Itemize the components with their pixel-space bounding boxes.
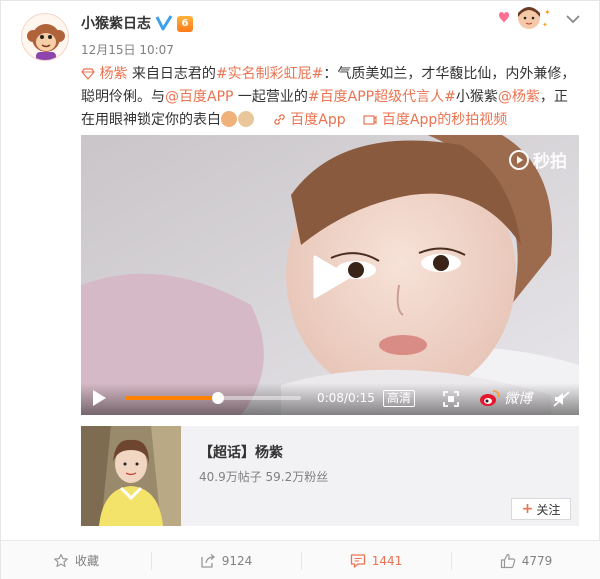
weibo-logo-icon [480,390,500,406]
topic-cover-image[interactable] [81,426,181,526]
baidu-app-link-label: 百度App [290,112,346,128]
post-body: 杨紫 来自日志君的#实名制彩虹屁#：气质美如兰，才华馥比仙，内外兼修，聪明伶俐。… [81,63,581,132]
mention-yangzi-2-link[interactable]: @杨紫 [498,89,540,105]
mention-yangzi-link[interactable]: 杨紫 [81,66,132,82]
like-count: 4779 [521,553,553,568]
miaopai-label: 秒拍 [533,152,567,172]
volume-mute-icon[interactable] [553,391,571,407]
baidu-video-link-label: 百度App的秒拍视频 [381,112,508,128]
video-player[interactable]: 秒拍 0:08/0:15 高清 微博 [81,135,579,415]
weibo-brand-label: 微博 [504,391,532,407]
thumbs-up-icon [500,553,515,568]
plus-icon: + [521,501,534,517]
author-name[interactable]: 小猴紫日志 [81,13,151,33]
like-button[interactable]: 4779 [451,541,600,579]
action-bar: 收藏 9124 1441 4779 [1,540,600,579]
quality-button[interactable]: 高清 [383,390,416,407]
repost-button[interactable]: 9124 [151,541,301,579]
cat-emoji-icon [238,111,254,127]
weibo-post-card: 小猴紫日志 6 12月15日 10:07 ✦ ✦ 杨紫 来自日志君的#实名制彩虹… [0,0,600,579]
post-text-part-3: 一起营业的 [233,89,308,105]
baidu-video-link[interactable]: 百度App的秒拍视频 [359,112,507,128]
progress-handle[interactable] [212,392,225,404]
fullscreen-icon[interactable] [443,391,459,407]
hashtag-baidu-ambassador-link[interactable]: #百度APP超级代言人# [308,89,456,105]
follow-button[interactable]: + 关注 [511,498,571,520]
svg-text:✦: ✦ [544,8,551,17]
repost-icon [201,553,215,568]
playback-time: 0:08/0:15 [317,391,375,405]
post-timestamp[interactable]: 12月15日 10:07 [81,41,174,58]
card-decoration-icon: ✦ ✦ [499,7,551,29]
favorite-label: 收藏 [74,554,99,568]
monkey-avatar-icon [22,14,68,60]
play-icon[interactable] [91,389,107,407]
vip-level-badge: 6 [177,16,193,32]
progress-bar[interactable] [125,392,301,404]
comment-count: 1441 [371,553,403,568]
video-controls: 0:08/0:15 高清 微博 [81,383,579,415]
author-avatar[interactable] [21,13,69,61]
miaopai-watermark: 秒拍 [508,147,567,172]
mention-yangzi-label: 杨紫 [99,66,128,82]
diamond-tag-icon [81,68,95,80]
cat-emoji-icon [221,111,237,127]
super-topic-card[interactable]: 【超话】杨紫 40.9万帖子 59.2万粉丝 + 关注 [81,426,579,526]
progress-fill [125,396,219,400]
post-text-part-1: 来自日志君的 [131,66,216,82]
topic-cover-photo [81,426,181,526]
favorite-button[interactable]: 收藏 [1,541,151,579]
topic-stats: 40.9万帖子 59.2万粉丝 [199,470,329,484]
mention-baidu-app-link[interactable]: @百度APP [165,89,233,105]
hashtag-rainbow-link[interactable]: #实名制彩虹屁# [216,66,323,82]
star-icon [54,553,68,567]
video-link-icon [363,115,377,125]
post-text-part-4: 小猴紫 [455,89,498,105]
repost-count: 9124 [221,553,253,568]
follow-button-label: 关注 [536,502,561,517]
verified-icon [155,15,173,31]
miaopai-logo-icon [509,149,529,170]
topic-title[interactable]: 【超话】杨紫 [199,442,283,462]
comment-icon [350,553,365,568]
weibo-brand: 微博 [479,388,532,408]
chevron-down-icon[interactable] [563,11,583,27]
link-icon [274,114,285,125]
comment-button[interactable]: 1441 [301,541,451,579]
play-icon[interactable] [311,255,351,299]
baidu-app-link[interactable]: 百度App [268,112,350,128]
svg-text:✦: ✦ [542,21,548,29]
